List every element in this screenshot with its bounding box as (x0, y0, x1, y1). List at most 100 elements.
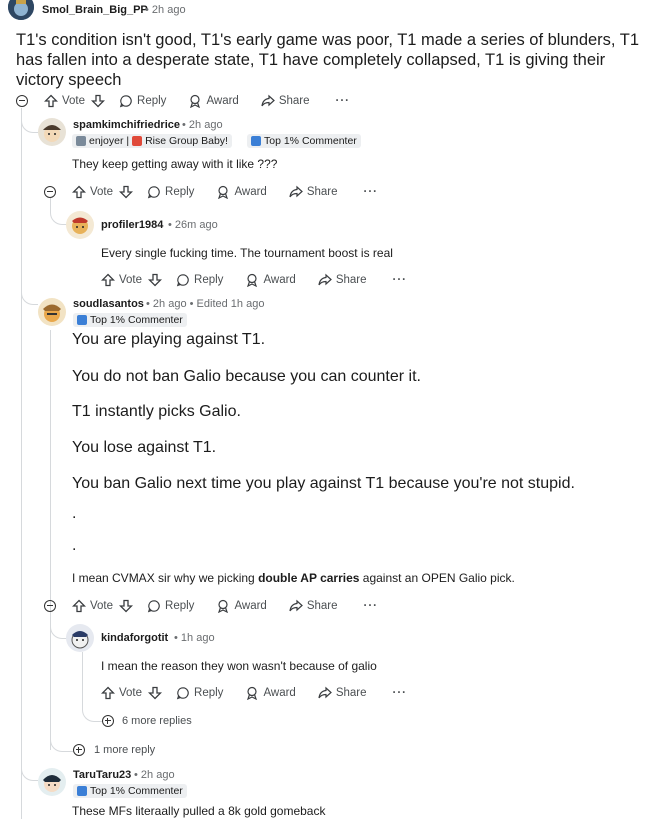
upvote-button[interactable]: Vote (72, 599, 113, 613)
top-commenter-icon (77, 315, 87, 325)
reply-button[interactable]: Reply (176, 686, 223, 700)
downvote-button[interactable] (119, 599, 134, 613)
upvote-button[interactable]: Vote (101, 273, 142, 287)
downvote-icon (148, 686, 163, 700)
more-options-button[interactable]: ··· (393, 687, 408, 699)
more-replies-link[interactable]: 1 more reply (94, 744, 155, 756)
thread-line-c4[interactable] (82, 652, 83, 702)
reply-icon (147, 186, 160, 199)
more-options-button[interactable]: ··· (364, 600, 379, 612)
thread-elbow-c2 (50, 200, 67, 225)
share-button[interactable]: Share (261, 94, 310, 108)
more-replies-link[interactable]: 6 more replies (122, 715, 192, 727)
action-bar: Vote Reply Award Share ··· (72, 596, 378, 616)
downvote-button[interactable] (148, 273, 163, 287)
collapse-thread-button[interactable] (44, 186, 56, 198)
thread-elbow-c3 (21, 280, 38, 305)
timestamp: • 2h ago (134, 769, 175, 781)
downvote-button[interactable] (148, 686, 163, 700)
avatar[interactable] (66, 211, 94, 239)
downvote-icon (119, 185, 134, 199)
share-icon (318, 273, 332, 286)
timestamp: • 1h ago (174, 632, 215, 644)
top-commenter-badge: Top 1% Commenter (73, 784, 187, 798)
comment-line: . (72, 505, 77, 522)
top-commenter-icon (77, 786, 87, 796)
username[interactable]: kindaforgotit (101, 632, 168, 644)
avatar[interactable] (38, 298, 66, 326)
thread-elbow-more-c4 (82, 698, 103, 722)
share-button[interactable]: Share (289, 599, 338, 613)
thread-line-c3[interactable] (50, 330, 51, 750)
award-button[interactable]: Award (216, 185, 267, 199)
reply-button[interactable]: Reply (147, 599, 194, 613)
award-icon (190, 94, 201, 108)
more-options-button[interactable]: ··· (393, 274, 408, 286)
username[interactable]: profiler1984 (101, 219, 163, 231)
reply-icon (119, 95, 132, 108)
timestamp: • 26m ago (168, 219, 218, 231)
reply-icon (176, 687, 189, 700)
avatar[interactable] (66, 624, 94, 652)
share-button[interactable]: Share (318, 686, 367, 700)
share-button[interactable]: Share (318, 273, 367, 287)
reply-icon (147, 600, 160, 613)
avatar[interactable] (38, 768, 66, 796)
reply-button[interactable]: Reply (119, 94, 166, 108)
avatar-image (66, 624, 94, 652)
award-icon (247, 273, 258, 287)
downvote-icon (91, 94, 106, 108)
thread-elbow-c1 (21, 108, 38, 133)
upvote-button[interactable]: Vote (101, 686, 142, 700)
more-options-button[interactable]: ··· (336, 95, 351, 107)
award-button[interactable]: Award (216, 599, 267, 613)
comment-line: . (72, 537, 77, 554)
downvote-button[interactable] (91, 94, 106, 108)
avatar-image (66, 211, 94, 239)
expand-replies-icon[interactable] (102, 715, 114, 727)
award-button[interactable]: Award (188, 94, 239, 108)
collapse-thread-button[interactable] (16, 95, 28, 107)
reply-button[interactable]: Reply (147, 185, 194, 199)
award-icon (247, 686, 258, 700)
username[interactable]: spamkimchifriedrice (73, 119, 180, 131)
award-button[interactable]: Award (245, 686, 296, 700)
comment-body: These MFs literaally pulled a 8k gold go… (72, 804, 326, 818)
comment-body: They keep getting away with it like ??? (72, 157, 278, 171)
award-icon (218, 185, 229, 199)
comment-body: T1's condition isn't good, T1's early ga… (16, 31, 640, 89)
timestamp: • 2h ago • Edited 1h ago (146, 298, 265, 310)
collapse-thread-button[interactable] (44, 600, 56, 612)
comment-line: You ban Galio next time you play against… (72, 475, 575, 492)
more-options-button[interactable]: ··· (364, 186, 379, 198)
action-bar: Vote Reply Award Share ··· (101, 270, 407, 290)
comment-body: Every single fucking time. The tournamen… (101, 246, 393, 260)
thread-elbow-c5 (21, 760, 38, 781)
username[interactable]: soudlasantos (73, 298, 144, 310)
expand-replies-icon[interactable] (73, 744, 85, 756)
upvote-button[interactable]: Vote (44, 94, 85, 108)
award-icon (218, 599, 229, 613)
user-flair: enjoyer | Rise Group Baby! (72, 134, 232, 148)
reply-button[interactable]: Reply (176, 273, 223, 287)
username[interactable]: TaruTaru23 (73, 769, 131, 781)
downvote-button[interactable] (119, 185, 134, 199)
share-button[interactable]: Share (289, 185, 338, 199)
timestamp: • 2h ago (145, 4, 186, 16)
avatar-image (38, 118, 66, 146)
comment-line: You are playing against T1. (72, 331, 266, 348)
downvote-icon (119, 599, 134, 613)
avatar[interactable] (8, 0, 34, 20)
upvote-icon (101, 273, 115, 287)
flair-emoji-icon (76, 136, 86, 146)
thread-line-root[interactable] (21, 110, 22, 819)
upvote-icon (101, 686, 115, 700)
avatar[interactable] (38, 118, 66, 146)
award-button[interactable]: Award (245, 273, 296, 287)
avatar-image (38, 768, 66, 796)
username[interactable]: Smol_Brain_Big_PP (42, 4, 148, 16)
top-commenter-badge: Top 1% Commenter (247, 134, 361, 148)
comment-line: I mean CVMAX sir why we picking double A… (72, 571, 515, 585)
timestamp: • 2h ago (182, 119, 223, 131)
upvote-button[interactable]: Vote (72, 185, 113, 199)
